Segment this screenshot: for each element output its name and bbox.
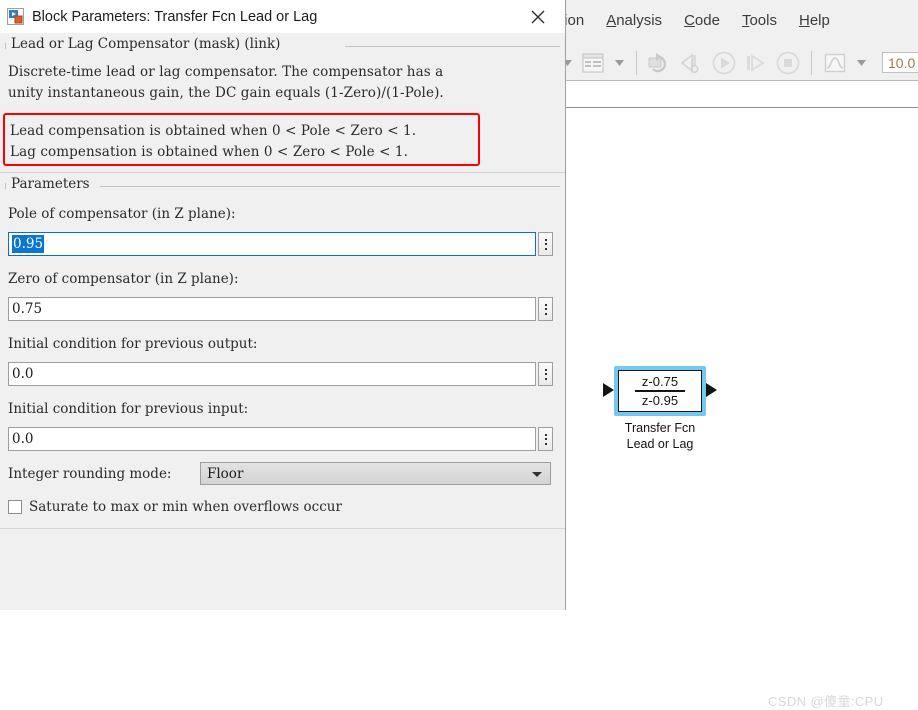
- description-line-1: Discrete-time lead or lag compensator. T…: [8, 64, 444, 80]
- menu-item-help-accel: H: [798, 12, 810, 29]
- chevron-down-icon-select: [532, 472, 542, 477]
- label-initial-condition-previous-output: Initial condition for previous output:: [8, 336, 258, 352]
- simulation-time-value: 10.0: [888, 54, 916, 71]
- menu-item-code-label: ode: [694, 12, 720, 29]
- parameters-group-line: [100, 186, 560, 187]
- input-pole-of-compensator[interactable]: 0.95: [8, 232, 536, 256]
- menu-item-analysis-label: nalysis: [616, 12, 663, 29]
- mask-group-title: Lead or Lag Compensator (mask) (link): [7, 36, 285, 52]
- highlight-line-1: Lead compensation is obtained when 0 < P…: [10, 123, 417, 139]
- dot: [544, 303, 547, 306]
- block-label-line2: Lead or Lag: [626, 437, 694, 451]
- mask-group-left-tick: [5, 43, 6, 49]
- input-pole-of-compensator-value: 0.95: [12, 235, 45, 253]
- dot: [544, 438, 547, 440]
- dot: [544, 308, 547, 310]
- parameters-group-left-tick: [5, 183, 6, 189]
- input-zero-of-compensator[interactable]: 0.75: [8, 297, 536, 321]
- highlight-line-2: Lag compensation is obtained when 0 < Ze…: [10, 144, 409, 160]
- label-zero-of-compensator: Zero of compensator (in Z plane):: [8, 271, 239, 287]
- toolbar-buttons: 10.0: [560, 45, 918, 80]
- block-body: z-0.75 z-0.95: [618, 370, 702, 412]
- initial-condition-previous-input-more-button[interactable]: [538, 427, 553, 451]
- run-icon[interactable]: [711, 50, 737, 76]
- mask-group-line: [345, 46, 560, 47]
- menu-item-list: tion Analysis Code Tools Help: [560, 12, 830, 29]
- watermark: CSDN @傻童:CPU: [768, 694, 884, 709]
- integer-rounding-mode-select[interactable]: Floor: [200, 462, 551, 485]
- dialog-title-bar: Block Parameters: Transfer Fcn Lead or L…: [0, 0, 565, 33]
- block-output-port-icon: [706, 383, 717, 397]
- fast-restart-icon[interactable]: [679, 50, 705, 76]
- menu-item-analysis[interactable]: Analysis: [606, 12, 662, 29]
- step-forward-icon[interactable]: [743, 50, 769, 76]
- saturate-checkbox-label: Saturate to max or min when overflows oc…: [29, 499, 342, 515]
- dot: [544, 368, 547, 371]
- input-initial-condition-previous-output-value: 0.0: [12, 366, 34, 382]
- menu-item-analysis-accel: A: [606, 12, 617, 29]
- dialog-separator-bottom: [0, 528, 565, 529]
- chevron-down-icon-2[interactable]: [612, 50, 626, 76]
- dot: [544, 373, 547, 375]
- menu-item-help-label: elp: [809, 12, 830, 29]
- simulation-time-input[interactable]: 10.0: [882, 52, 918, 73]
- dot: [544, 433, 547, 436]
- screen: tion Analysis Code Tools Help 10.0 z-0.7…: [0, 0, 918, 709]
- menu-item-code-accel: C: [684, 12, 695, 29]
- label-initial-condition-previous-input: Initial condition for previous input:: [8, 401, 249, 417]
- description-line-2: unity instantaneous gain, the DC gain eq…: [8, 85, 444, 101]
- menu-item-help[interactable]: Help: [799, 12, 830, 29]
- input-initial-condition-previous-output[interactable]: 0.0: [8, 362, 536, 386]
- block-label-line1: Transfer Fcn: [624, 421, 696, 435]
- block-parameters-dialog: Block Parameters: Transfer Fcn Lead or L…: [0, 0, 566, 610]
- update-diagram-icon[interactable]: [647, 50, 673, 76]
- transfer-function-numerator: z-0.75: [641, 374, 679, 390]
- zero-of-compensator-more-button[interactable]: [538, 297, 553, 321]
- dot: [544, 377, 547, 380]
- transfer-fcn-block[interactable]: z-0.75 z-0.95 Transfer Fcn Lead or Lag: [603, 366, 717, 451]
- dot: [544, 312, 547, 315]
- transfer-function-denominator: z-0.95: [641, 392, 679, 408]
- saturate-checkbox[interactable]: [8, 500, 22, 514]
- simulink-block-icon: [7, 8, 24, 25]
- input-initial-condition-previous-input-value: 0.0: [12, 431, 34, 447]
- pole-of-compensator-more-button[interactable]: [538, 232, 553, 256]
- dot: [544, 442, 547, 445]
- menu-item-tools-label: ools: [749, 12, 777, 29]
- dialog-body: Lead or Lag Compensator (mask) (link) Di…: [0, 33, 565, 610]
- menu-item-code[interactable]: Code: [684, 12, 720, 29]
- input-initial-condition-previous-input[interactable]: 0.0: [8, 427, 536, 451]
- label-pole-of-compensator: Pole of compensator (in Z plane):: [8, 206, 236, 222]
- model-explorer-icon[interactable]: [580, 50, 606, 76]
- chevron-down-icon-3[interactable]: [854, 50, 868, 76]
- label-integer-rounding-mode: Integer rounding mode:: [8, 466, 172, 482]
- block-input-port-icon: [603, 383, 614, 397]
- toolbar-separator-2: [811, 50, 812, 75]
- block-selection-highlight: z-0.75 z-0.95: [603, 366, 717, 416]
- integer-rounding-mode-value: Floor: [207, 465, 244, 482]
- fraction-bar: [635, 390, 685, 392]
- close-icon[interactable]: [527, 6, 549, 28]
- dialog-title: Block Parameters: Transfer Fcn Lead or L…: [32, 8, 318, 25]
- parameters-group-title: Parameters: [7, 176, 94, 192]
- stop-icon[interactable]: [775, 50, 801, 76]
- toolbar-separator-1: [636, 50, 637, 75]
- dialog-separator-top: [0, 172, 565, 173]
- dot: [544, 243, 547, 245]
- menu-item-tools[interactable]: Tools: [742, 12, 777, 29]
- dot: [544, 247, 547, 250]
- saturate-checkbox-row[interactable]: Saturate to max or min when overflows oc…: [8, 499, 342, 515]
- input-zero-of-compensator-value: 0.75: [12, 301, 43, 317]
- scope-icon[interactable]: [822, 50, 848, 76]
- initial-condition-previous-output-more-button[interactable]: [538, 362, 553, 386]
- dot: [544, 238, 547, 241]
- block-label: Transfer Fcn Lead or Lag: [600, 420, 720, 452]
